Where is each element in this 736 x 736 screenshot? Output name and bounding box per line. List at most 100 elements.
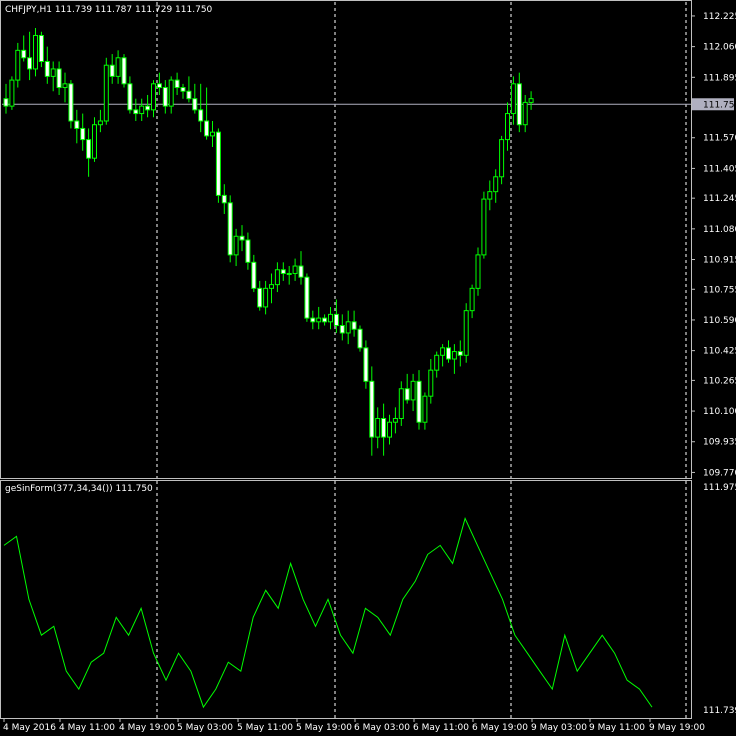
candle xyxy=(245,232,251,270)
price-tick-label: 110.915 xyxy=(703,256,736,266)
time-tick-label: 4 May 19:00 xyxy=(119,723,175,733)
candle-body xyxy=(186,90,192,100)
candle-body xyxy=(251,261,257,289)
candle xyxy=(38,31,44,68)
candle xyxy=(121,54,127,88)
candle-body xyxy=(9,79,15,107)
candle-body xyxy=(139,105,145,115)
candle-body xyxy=(410,380,416,401)
candle-body xyxy=(298,265,304,278)
price-axis: 112.225 112.060 111.895 111.750 111.570 111.4… xyxy=(691,12,736,478)
candle-body xyxy=(233,235,239,256)
candle-body xyxy=(180,87,186,92)
candle xyxy=(269,273,274,304)
candle xyxy=(139,98,145,121)
candle xyxy=(416,370,422,430)
candle xyxy=(156,72,162,95)
candle xyxy=(180,83,186,99)
candle xyxy=(9,76,15,110)
candle xyxy=(345,310,351,345)
candle xyxy=(304,273,310,322)
candle-body xyxy=(121,57,127,85)
candle-body xyxy=(221,194,227,204)
candle xyxy=(168,76,174,114)
candle-body xyxy=(103,64,109,122)
candle-body xyxy=(133,109,139,115)
candle xyxy=(298,251,304,285)
current-price-label: 111.750 xyxy=(703,100,736,110)
candle xyxy=(44,46,50,84)
candle-body xyxy=(333,313,339,327)
price-tick-label: 111.405 xyxy=(703,164,736,174)
candle-body xyxy=(156,83,162,89)
price-tick-label: 112.225 xyxy=(703,12,736,22)
candle-body xyxy=(446,347,451,360)
candle-body xyxy=(15,49,21,81)
candle-body xyxy=(239,235,245,241)
time-tick-label: 6 May 11:00 xyxy=(413,723,469,733)
candle-body xyxy=(215,131,221,196)
price-tick-label: 110.590 xyxy=(703,316,736,326)
candle-body xyxy=(192,98,198,111)
candle-body xyxy=(434,354,440,371)
time-tick-label: 5 May 03:00 xyxy=(177,723,233,733)
candle xyxy=(97,109,103,133)
time-tick-label: 9 May 11:00 xyxy=(589,723,645,733)
chart-title: CHFJPY,H1 111.739 111.787 111.729 111.75… xyxy=(5,5,213,15)
candle-body xyxy=(339,325,345,334)
candle-body xyxy=(263,287,269,308)
candle-body xyxy=(345,321,351,334)
candle-body xyxy=(286,272,292,275)
candle xyxy=(251,254,257,293)
candle xyxy=(151,80,156,118)
price-tick-label: 110.755 xyxy=(703,285,736,295)
candle xyxy=(233,228,239,267)
price-panel: CHFJPY,H1 111.739 111.787 111.729 111.75… xyxy=(2,2,691,478)
candle-body xyxy=(204,120,210,137)
candle xyxy=(528,91,534,110)
candle xyxy=(115,50,121,84)
candle-body xyxy=(227,202,233,256)
candle xyxy=(328,306,333,330)
candle-body xyxy=(280,269,286,274)
candle xyxy=(475,247,481,296)
candle xyxy=(192,83,198,114)
candle xyxy=(375,407,381,449)
price-tick-label: 111.245 xyxy=(703,194,736,204)
candle-body xyxy=(493,176,499,193)
candle-body xyxy=(516,83,522,126)
candle xyxy=(440,344,446,367)
candle xyxy=(510,76,516,125)
candle xyxy=(257,280,263,311)
candle-body xyxy=(68,83,74,122)
candle-body xyxy=(522,101,528,126)
candle-body xyxy=(398,388,404,419)
candle xyxy=(80,113,86,151)
candle xyxy=(434,351,440,378)
indicator-line xyxy=(3,517,653,709)
candle-body xyxy=(62,83,68,89)
candle-body xyxy=(97,120,103,126)
candle-body xyxy=(328,313,333,323)
indicator-axis: 111.975 111.739 xyxy=(703,483,736,716)
candle xyxy=(221,184,227,214)
candle-body xyxy=(257,287,263,308)
candle-body xyxy=(469,287,475,312)
price-tick-label: 111.570 xyxy=(703,134,736,144)
candle xyxy=(387,414,392,445)
candle-body xyxy=(375,418,381,438)
candle xyxy=(481,191,487,259)
candle-body xyxy=(33,34,38,70)
candle xyxy=(469,284,475,319)
candle-body xyxy=(145,105,151,111)
price-tick-label: 109.770 xyxy=(703,468,736,478)
candle xyxy=(133,98,139,121)
indicator-scale-top: 111.975 xyxy=(703,483,736,493)
candle xyxy=(274,262,280,293)
candle xyxy=(74,109,80,144)
candle xyxy=(86,128,92,177)
candle-body xyxy=(457,351,463,356)
candle-body xyxy=(322,317,328,323)
candle-body xyxy=(168,79,174,107)
candle xyxy=(33,28,38,77)
